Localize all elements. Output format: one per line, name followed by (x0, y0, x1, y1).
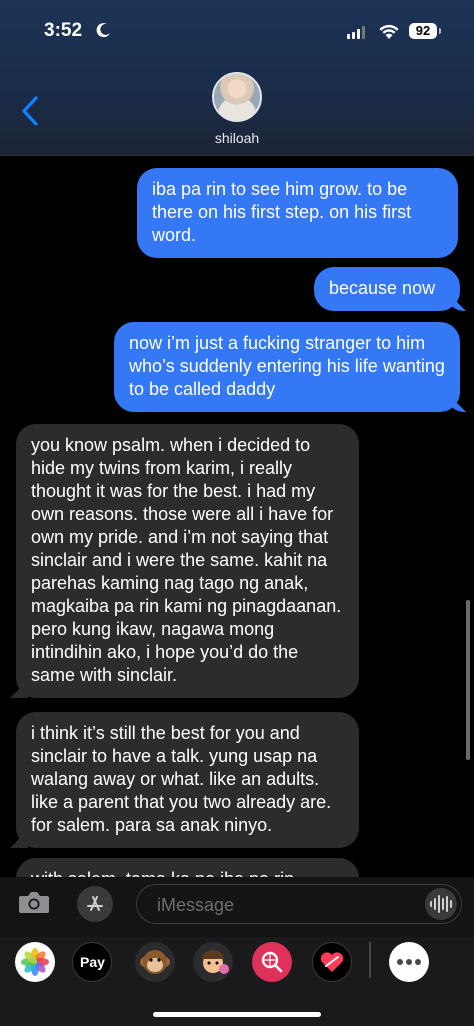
apple-pay-label: Pay (80, 954, 105, 970)
message-bubble-sent[interactable]: because now (314, 267, 460, 311)
image-search-app-icon[interactable] (252, 942, 292, 982)
camera-icon[interactable] (18, 889, 50, 915)
message-bubble-received[interactable]: i think it’s still the best for you and … (16, 712, 359, 848)
home-indicator[interactable] (153, 1012, 321, 1017)
message-bubble-sent[interactable]: iba pa rin to see him grow. to be there … (137, 168, 458, 258)
message-bubble-received[interactable]: you know psalm. when i decided to hide m… (16, 424, 359, 698)
imessage-placeholder: iMessage (157, 895, 235, 915)
status-time: 3:52 (44, 20, 83, 41)
app-store-glyph-icon (87, 896, 103, 911)
photos-app-icon[interactable] (15, 942, 55, 982)
moon-icon (96, 23, 110, 38)
message-bubble-sent[interactable]: now i’m just a fucking stranger to him w… (114, 322, 460, 412)
back-chevron-icon[interactable] (18, 94, 42, 128)
scroll-indicator[interactable] (466, 600, 470, 760)
conversation-header: 3:52 92 shiloah (0, 0, 474, 156)
compose-bar: iMessage (0, 877, 474, 937)
contact-avatar[interactable] (212, 72, 262, 122)
imessage-input[interactable]: iMessage (136, 884, 462, 924)
audio-waveform-icon[interactable] (425, 888, 457, 920)
contact-name[interactable]: shiloah (0, 130, 474, 146)
battery-level: 92 (409, 23, 437, 39)
message-thread[interactable]: iba pa rin to see him grow. to be there … (0, 155, 474, 877)
battery-tip (439, 28, 441, 34)
cellular-signal-icon (347, 26, 365, 39)
digital-touch-app-icon[interactable] (312, 942, 352, 982)
more-apps-icon[interactable] (389, 942, 429, 982)
memoji-monkey-app-icon[interactable] (135, 942, 175, 982)
app-drawer: Pay (0, 937, 474, 1026)
apple-pay-app-icon[interactable]: Pay (72, 942, 112, 982)
wifi-icon (379, 24, 399, 39)
app-drawer-divider (369, 942, 371, 978)
app-store-icon[interactable] (77, 886, 113, 922)
message-bubble-received[interactable]: with salem. tama ka na iba pa rin (16, 858, 359, 877)
memoji-app-icon[interactable] (193, 942, 233, 982)
